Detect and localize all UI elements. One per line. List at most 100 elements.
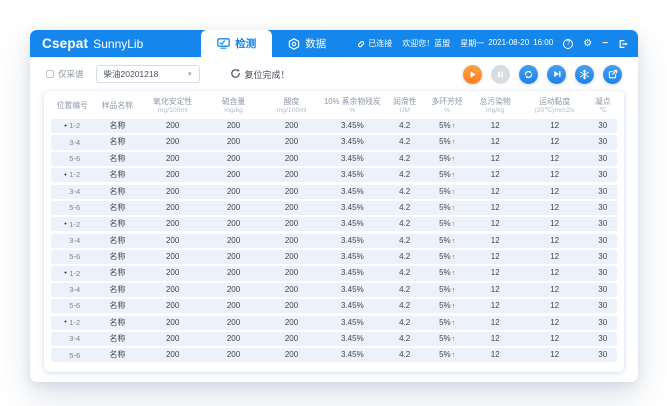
cell-value: 12: [470, 269, 521, 277]
cell-value: 200: [263, 171, 320, 179]
freeze-button[interactable]: [575, 65, 594, 84]
cell-value: 200: [142, 138, 204, 146]
cell-value: 200: [263, 188, 320, 196]
cell-sample-name: 名称: [93, 155, 141, 163]
table-row[interactable]: 5-6名称2002002003.45%4.25%↑121230: [51, 201, 617, 215]
table-row[interactable]: 3-4名称2002002003.45%4.25%↑121230: [51, 332, 617, 346]
table-row[interactable]: 3-4名称2002002003.45%4.25%↑121230: [51, 283, 617, 297]
skip-next-button[interactable]: [547, 65, 566, 84]
cell-value: 12: [470, 335, 521, 343]
minimize-button[interactable]: −: [602, 39, 608, 49]
cell-value: 200: [204, 204, 263, 212]
table-row[interactable]: 5-6名称2002002003.45%4.25%↑121230: [51, 348, 617, 362]
cell-sample-name: 名称: [93, 319, 141, 327]
cell-value: 30: [589, 319, 617, 327]
table-row[interactable]: 3-4名称2002002003.45%4.25%↑121230: [51, 234, 617, 248]
cell-value: 5%↑: [425, 302, 470, 310]
cell-value: 200: [204, 220, 263, 228]
table-row[interactable]: •1-2名称2002002003.45%4.25%↑121230: [51, 316, 617, 330]
cell-value: 30: [589, 237, 617, 245]
tab-data[interactable]: 数据: [272, 30, 342, 57]
cell-value: 200: [263, 302, 320, 310]
cell-value: 4.2: [385, 302, 425, 310]
cell-value: 4.2: [385, 204, 425, 212]
table-row[interactable]: 5-6名称2002002003.45%4.25%↑121230: [51, 299, 617, 313]
connection-label: 已连接: [368, 38, 392, 49]
cell-value: 12: [521, 171, 589, 179]
cell-value: 200: [204, 237, 263, 245]
cell-value: 200: [204, 286, 263, 294]
cell-value: 4.2: [385, 335, 425, 343]
cell-value: 12: [470, 171, 521, 179]
pause-button[interactable]: [491, 65, 510, 84]
titlebar-right: 已连接 欢迎您！蓝盟 星期一 2021-08-20 16:00 ? ⚙ −: [355, 38, 628, 50]
column-header: 氧化安定性mg/100ml: [142, 97, 204, 115]
cell-value: 12: [521, 351, 589, 359]
spectrum-only-label: 仅采谱: [58, 68, 84, 80]
table-row[interactable]: •1-2名称2002002003.45%4.25%↑121230: [51, 266, 617, 280]
cell-sample-name: 名称: [93, 253, 141, 261]
skip-next-icon: [552, 69, 562, 79]
cell-value: 200: [142, 286, 204, 294]
table-row[interactable]: 5-6名称2002002003.45%4.25%↑121230: [51, 250, 617, 264]
exit-button[interactable]: [618, 39, 628, 49]
method-dropdown[interactable]: 柴油20201218 ▾: [96, 65, 200, 83]
cell-value: 12: [470, 319, 521, 327]
tab-detection[interactable]: 检测: [201, 30, 272, 57]
desktop-background: Csepat SunnyLib 检测: [0, 0, 667, 406]
start-button[interactable]: [463, 65, 482, 84]
cell-position: •1-2: [51, 171, 93, 179]
cell-value: 200: [142, 122, 204, 130]
table-row[interactable]: •1-2名称2002002003.45%4.25%↑121230: [51, 168, 617, 182]
cell-value: 4.2: [385, 138, 425, 146]
cell-value: 12: [470, 237, 521, 245]
method-dropdown-value: 柴油20201218: [104, 68, 159, 80]
cell-value: 5%↑: [425, 351, 470, 359]
cell-sample-name: 名称: [93, 138, 141, 146]
over-limit-icon: ↑: [452, 189, 456, 196]
export-button[interactable]: [603, 65, 622, 84]
table-row[interactable]: 3-4名称2002002003.45%4.25%↑121230: [51, 185, 617, 199]
cell-value: 5%↑: [425, 220, 470, 228]
cell-value: 200: [142, 204, 204, 212]
table-row[interactable]: •1-2名称2002002003.45%4.25%↑121230: [51, 119, 617, 133]
cell-value: 3.45%: [320, 237, 385, 245]
settings-button[interactable]: ⚙: [583, 39, 592, 49]
cell-value: 200: [204, 155, 263, 163]
cell-value: 3.45%: [320, 220, 385, 228]
play-icon: [468, 70, 477, 79]
cell-value: 12: [470, 122, 521, 130]
cell-value: 4.2: [385, 269, 425, 277]
cell-value: 200: [142, 171, 204, 179]
table-row[interactable]: 3-4名称2002002003.45%4.25%↑121230: [51, 135, 617, 149]
cell-sample-name: 名称: [93, 171, 141, 179]
cell-value: 4.2: [385, 351, 425, 359]
help-button[interactable]: ?: [563, 39, 573, 49]
cell-position: •1-2: [51, 319, 93, 327]
table-row[interactable]: 5-6名称2002002003.45%4.25%↑121230: [51, 152, 617, 166]
cell-value: 200: [204, 302, 263, 310]
cell-value: 200: [142, 351, 204, 359]
cell-position: •1-2: [51, 122, 93, 130]
cell-value: 200: [204, 351, 263, 359]
cell-value: 200: [263, 335, 320, 343]
cell-value: 4.2: [385, 122, 425, 130]
sync-button[interactable]: [519, 65, 538, 84]
cell-value: 200: [142, 302, 204, 310]
over-limit-icon: ↑: [452, 287, 456, 294]
cell-value: 200: [263, 253, 320, 261]
cell-value: 200: [263, 138, 320, 146]
spectrum-only-checkbox[interactable]: [46, 70, 54, 78]
cell-position: 5-6: [51, 352, 93, 360]
cell-value: 30: [589, 253, 617, 261]
cell-value: 5%↑: [425, 286, 470, 294]
tab-data-label: 数据: [305, 36, 326, 51]
over-limit-icon: ↑: [452, 238, 456, 245]
cell-value: 5%↑: [425, 155, 470, 163]
data-gear-icon: [288, 38, 300, 50]
over-limit-icon: ↑: [452, 254, 456, 261]
cell-value: 5%↑: [425, 237, 470, 245]
cell-value: 30: [589, 269, 617, 277]
cell-position: 5-6: [51, 253, 93, 261]
table-row[interactable]: •1-2名称2002002003.45%4.25%↑121230: [51, 217, 617, 231]
